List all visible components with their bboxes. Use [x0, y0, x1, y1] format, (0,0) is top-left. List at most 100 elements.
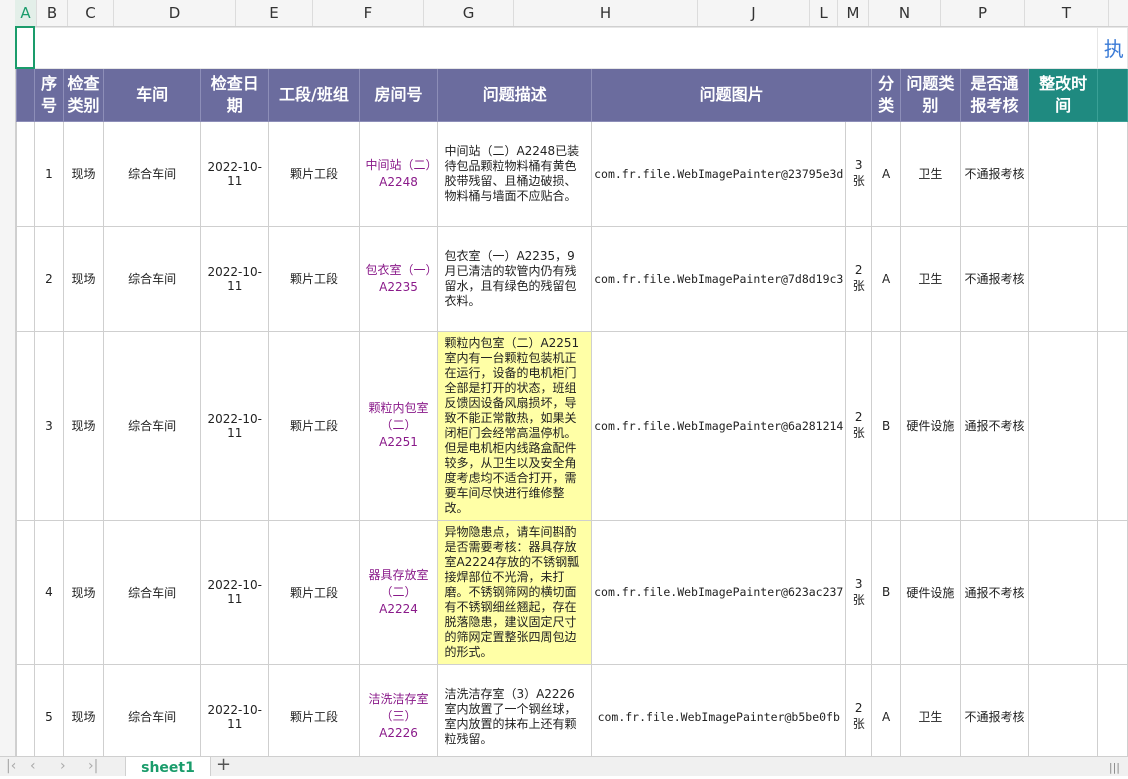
next-sheet-icon[interactable]: › — [60, 757, 66, 776]
cell-type[interactable]: 现场 — [62, 225, 105, 332]
cell-type[interactable]: 现场 — [62, 663, 105, 756]
cell-fix-time[interactable] — [1028, 120, 1098, 227]
header-fix-time[interactable]: 整改时间 — [1028, 67, 1098, 122]
first-sheet-icon[interactable]: |‹ — [6, 757, 16, 776]
cell-desc[interactable]: 异物隐患点，请车间斟酌是否需要考核：器具存放室A2224存放的不锈钢瓢接焊部位不… — [437, 519, 593, 665]
table-row[interactable]: 3 现场 综合车间 2022-10-11 颗片工段 颗粒内包室（二）A2251 … — [15, 330, 1128, 521]
cell-report[interactable]: 通报不考核 — [959, 519, 1030, 665]
col-header-t[interactable]: T — [1025, 0, 1109, 26]
col-header-c[interactable]: C — [68, 0, 114, 26]
cell-pic[interactable]: com.fr.file.WebImagePainter@b5be0fb — [591, 663, 847, 756]
header-workshop[interactable]: 车间 — [103, 67, 202, 122]
row-gutter[interactable] — [0, 26, 16, 756]
header-cls[interactable]: 分类 — [871, 67, 902, 122]
cell-seq[interactable]: 3 — [33, 330, 64, 521]
col-header-e[interactable]: E — [236, 0, 313, 26]
cell-report[interactable]: 通报不考核 — [959, 330, 1030, 521]
selected-cell-a1[interactable] — [15, 26, 36, 69]
cell-count[interactable]: 2张 — [845, 663, 873, 756]
cell-date[interactable]: 2022-10-11 — [200, 519, 270, 665]
cell-report[interactable]: 不通报考核 — [959, 225, 1030, 332]
cell-prob[interactable]: 卫生 — [900, 120, 961, 227]
header-report[interactable]: 是否通报考核 — [959, 67, 1030, 122]
last-sheet-icon[interactable]: ›| — [88, 757, 98, 776]
cell-extra[interactable] — [1096, 519, 1128, 665]
cell-workshop[interactable]: 综合车间 — [103, 330, 202, 521]
cell-section[interactable]: 颗片工段 — [268, 519, 360, 665]
cell-prob[interactable]: 硬件设施 — [900, 519, 961, 665]
cell-room[interactable]: 洁洗洁存室（三）A2226 — [358, 663, 439, 756]
cell-pic[interactable]: com.fr.file.WebImagePainter@23795e3d — [591, 120, 847, 227]
cell-report[interactable]: 不通报考核 — [959, 120, 1030, 227]
cell-prob[interactable]: 硬件设施 — [900, 330, 961, 521]
cell-date[interactable]: 2022-10-11 — [200, 330, 270, 521]
cell-room[interactable]: 中间站（二）A2248 — [358, 120, 439, 227]
add-sheet-icon[interactable]: + — [216, 755, 231, 774]
cell-desc[interactable]: 洁洗洁存室（3）A2226室内放置了一个钢丝球，室内放置的抹布上还有颗粒残留。 — [437, 663, 593, 756]
cell-a[interactable] — [15, 663, 35, 756]
cell-extra[interactable] — [1096, 225, 1128, 332]
cell-section[interactable]: 颗片工段 — [268, 120, 360, 227]
col-header-g[interactable]: G — [424, 0, 514, 26]
cell-date[interactable]: 2022-10-11 — [200, 663, 270, 756]
cell-workshop[interactable]: 综合车间 — [103, 120, 202, 227]
cell-a[interactable] — [15, 225, 35, 332]
title-cell[interactable] — [33, 26, 1098, 69]
cell-pic[interactable]: com.fr.file.WebImagePainter@6a281214 — [591, 330, 847, 521]
cell-room[interactable]: 器具存放室（二）A2224 — [358, 519, 439, 665]
header-check-date[interactable]: 检查日期 — [200, 67, 270, 122]
cell-fix-time[interactable] — [1028, 663, 1098, 756]
cell-prob[interactable]: 卫生 — [900, 663, 961, 756]
cell-pic[interactable]: com.fr.file.WebImagePainter@7d8d19c3 — [591, 225, 847, 332]
header-section[interactable]: 工段/班组 — [268, 67, 360, 122]
sheet-grid[interactable]: 执 序号 检查类别 车间 检查日期 工段/班组 房间号 问题描述 问题图片 分类… — [15, 26, 1128, 756]
cell-a[interactable] — [15, 519, 35, 665]
cell-fix-time[interactable] — [1028, 330, 1098, 521]
cell-cls[interactable]: A — [871, 225, 902, 332]
cell-desc[interactable]: 颗粒内包室（二）A2251室内有一台颗粒包装机正在运行，设备的电机柜门全部是打开… — [437, 330, 593, 521]
col-header-n[interactable]: N — [869, 0, 941, 26]
header-desc[interactable]: 问题描述 — [437, 67, 593, 122]
cell-desc[interactable]: 包衣室（一）A2235，9月已清洁的软管内仍有残留水，且有绿色的残留包衣料。 — [437, 225, 593, 332]
table-row[interactable]: 1 现场 综合车间 2022-10-11 颗片工段 中间站（二）A2248 中间… — [15, 120, 1128, 227]
col-header-a[interactable]: A — [15, 0, 37, 26]
scrollbar-handle-icon[interactable]: ||| — [1109, 761, 1120, 774]
cell-workshop[interactable]: 综合车间 — [103, 225, 202, 332]
cell-fix-time[interactable] — [1028, 519, 1098, 665]
prev-sheet-icon[interactable]: ‹ — [30, 757, 36, 776]
cell-a[interactable] — [15, 120, 35, 227]
table-row[interactable]: 2 现场 综合车间 2022-10-11 颗片工段 包衣室（一）A2235 包衣… — [15, 225, 1128, 332]
cell-cls[interactable]: B — [871, 330, 902, 521]
col-header-h[interactable]: H — [514, 0, 698, 26]
cell-date[interactable]: 2022-10-11 — [200, 120, 270, 227]
cell-room[interactable]: 包衣室（一）A2235 — [358, 225, 439, 332]
cell-section[interactable]: 颗片工段 — [268, 330, 360, 521]
cell-cls[interactable]: A — [871, 663, 902, 756]
header-seq[interactable]: 序号 — [33, 67, 64, 122]
cell-cls[interactable]: B — [871, 519, 902, 665]
header-extra[interactable] — [1096, 67, 1128, 122]
cell-workshop[interactable]: 综合车间 — [103, 519, 202, 665]
cell-seq[interactable]: 5 — [33, 663, 64, 756]
col-header-f[interactable]: F — [313, 0, 424, 26]
table-row[interactable]: 5 现场 综合车间 2022-10-11 颗片工段 洁洗洁存室（三）A2226 … — [15, 663, 1128, 756]
cell-extra[interactable] — [1096, 663, 1128, 756]
col-header-m[interactable]: M — [838, 0, 869, 26]
cell-pic[interactable]: com.fr.file.WebImagePainter@623ac237 — [591, 519, 847, 665]
cell-type[interactable]: 现场 — [62, 120, 105, 227]
header-check-type[interactable]: 检查类别 — [62, 67, 105, 122]
header-prob-type[interactable]: 问题类别 — [900, 67, 961, 122]
cell-count[interactable]: 3张 — [845, 120, 873, 227]
table-row[interactable]: 4 现场 综合车间 2022-10-11 颗片工段 器具存放室（二）A2224 … — [15, 519, 1128, 665]
header-room[interactable]: 房间号 — [358, 67, 439, 122]
cell-date[interactable]: 2022-10-11 — [200, 225, 270, 332]
col-header-j[interactable]: J — [698, 0, 810, 26]
header-cell-a[interactable] — [15, 67, 35, 122]
sheet-tab[interactable]: sheet1 — [125, 757, 211, 776]
col-header-l[interactable]: L — [810, 0, 838, 26]
cell-section[interactable]: 颗片工段 — [268, 663, 360, 756]
cell-workshop[interactable]: 综合车间 — [103, 663, 202, 756]
cell-count[interactable]: 3张 — [845, 519, 873, 665]
cell-section[interactable]: 颗片工段 — [268, 225, 360, 332]
cell-room[interactable]: 颗粒内包室（二）A2251 — [358, 330, 439, 521]
